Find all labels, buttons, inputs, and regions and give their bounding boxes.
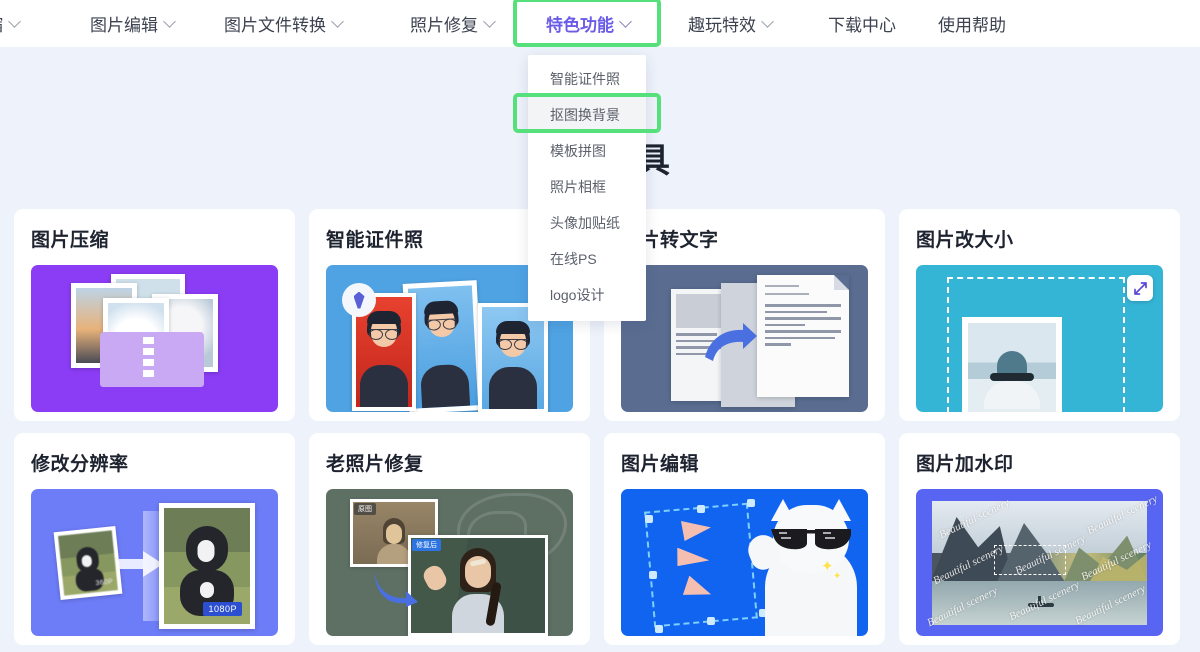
resize-handle-icon[interactable] (1127, 275, 1153, 301)
chevron-down-icon (763, 16, 774, 27)
dropdown-item-cutout-background[interactable]: 抠图换背景 (528, 97, 646, 133)
card-title: 图片编辑 (621, 454, 700, 475)
card-thumbnail-add-watermark: Beautiful scenery Beautiful scenery Beau… (916, 489, 1163, 636)
nav-item-featured[interactable]: 特色功能 (546, 0, 632, 47)
tool-card-image-edit[interactable]: 图片编辑 ✦ ✦ (604, 433, 885, 645)
nav-item-label: 特色功能 (546, 16, 614, 35)
nav-item-image-edit[interactable]: 图片编辑 (90, 0, 176, 47)
nav-item-0[interactable]: 缩 (0, 0, 21, 47)
dropdown-item-logo-design[interactable]: logo设计 (528, 277, 646, 313)
tool-card-image-compress[interactable]: 图片压缩 (14, 209, 295, 421)
nav-item-label: 下载中心 (828, 16, 896, 35)
nav-item-label: 照片修复 (410, 16, 478, 35)
dropdown-item-photo-frame[interactable]: 照片相框 (528, 169, 646, 205)
dropdown-item-online-ps[interactable]: 在线PS (528, 241, 646, 277)
tool-card-image-resize[interactable]: 图片改大小 (899, 209, 1180, 421)
dropdown-item-label: 在线PS (550, 251, 597, 267)
dropdown-item-label: 头像加贴纸 (550, 215, 620, 231)
card-thumbnail-old-photo-restore: 原图 修复后 (326, 489, 573, 636)
resolution-badge: 1080P (203, 602, 242, 616)
card-thumbnail-image-to-text (621, 265, 868, 412)
sparkle-icon: ✦ (833, 571, 842, 582)
dropdown-item-template-collage[interactable]: 模板拼图 (528, 133, 646, 169)
nav-item-file-convert[interactable]: 图片文件转换 (224, 0, 344, 47)
nav-item-photo-restore[interactable]: 照片修复 (410, 0, 496, 47)
dropdown-item-label: 抠图换背景 (550, 107, 620, 123)
card-thumbnail-image-edit: ✦ ✦ (621, 489, 868, 636)
restore-arrow-icon (374, 571, 418, 607)
nav-item-download-center[interactable]: 下载中心 (828, 0, 896, 47)
featured-dropdown-menu: 智能证件照 抠图换背景 模板拼图 照片相框 头像加贴纸 在线PS logo设计 (528, 55, 646, 321)
resolution-small-label: 360P (95, 578, 114, 588)
card-title: 图片改大小 (916, 230, 1014, 251)
after-label: 修复后 (412, 539, 441, 551)
sunglasses-icon (771, 529, 851, 550)
tool-card-change-resolution[interactable]: 修改分辨率 360P 1080P (14, 433, 295, 645)
dropdown-item-id-photo[interactable]: 智能证件照 (528, 61, 646, 97)
card-thumbnail-image-resize (916, 265, 1163, 412)
dropdown-item-label: 智能证件照 (550, 71, 620, 87)
card-title: 图片加水印 (916, 454, 1014, 475)
nav-item-label: 使用帮助 (938, 16, 1006, 35)
nav-item-fun-effects[interactable]: 趣玩特效 (688, 0, 774, 47)
chevron-down-icon (10, 16, 21, 27)
tool-card-image-to-text[interactable]: 图片转文字 (604, 209, 885, 421)
card-thumbnail-change-resolution: 360P 1080P (31, 489, 278, 636)
nav-item-label: 趣玩特效 (688, 16, 756, 35)
necktie-icon (342, 283, 376, 317)
chevron-down-icon (333, 16, 344, 27)
card-thumbnail-image-compress (31, 265, 278, 412)
nav-item-label: 图片文件转换 (224, 16, 326, 35)
card-title: 图片转文字 (621, 230, 719, 251)
chevron-down-icon (621, 16, 632, 27)
card-title: 修改分辨率 (31, 454, 129, 475)
nav-item-label: 缩 (0, 11, 3, 36)
dropdown-item-avatar-sticker[interactable]: 头像加贴纸 (528, 205, 646, 241)
chevron-down-icon (485, 16, 496, 27)
compress-overlay-icon (100, 332, 204, 387)
dropdown-item-label: 模板拼图 (550, 143, 606, 159)
tool-card-add-watermark[interactable]: 图片加水印 Beautiful scenery Beautiful scener… (899, 433, 1180, 645)
chevron-down-icon (165, 16, 176, 27)
main-navigation: 缩 图片编辑 图片文件转换 照片修复 特色功能 趣玩特效 下载中心 使用帮助 (0, 0, 1200, 47)
dropdown-item-label: 照片相框 (550, 179, 606, 195)
card-title: 老照片修复 (326, 454, 424, 475)
nav-item-help[interactable]: 使用帮助 (938, 0, 1006, 47)
nav-item-label: 图片编辑 (90, 16, 158, 35)
watermark-selection-box[interactable] (994, 545, 1066, 575)
convert-arrow-icon (705, 323, 757, 361)
card-title: 图片压缩 (31, 230, 110, 251)
before-label: 原图 (354, 503, 376, 515)
sparkle-icon: ✦ (821, 558, 834, 575)
upscale-arrow-icon (119, 551, 163, 577)
tool-card-old-photo-restore[interactable]: 老照片修复 原图 修复后 (309, 433, 590, 645)
dropdown-item-label: logo设计 (550, 287, 605, 303)
